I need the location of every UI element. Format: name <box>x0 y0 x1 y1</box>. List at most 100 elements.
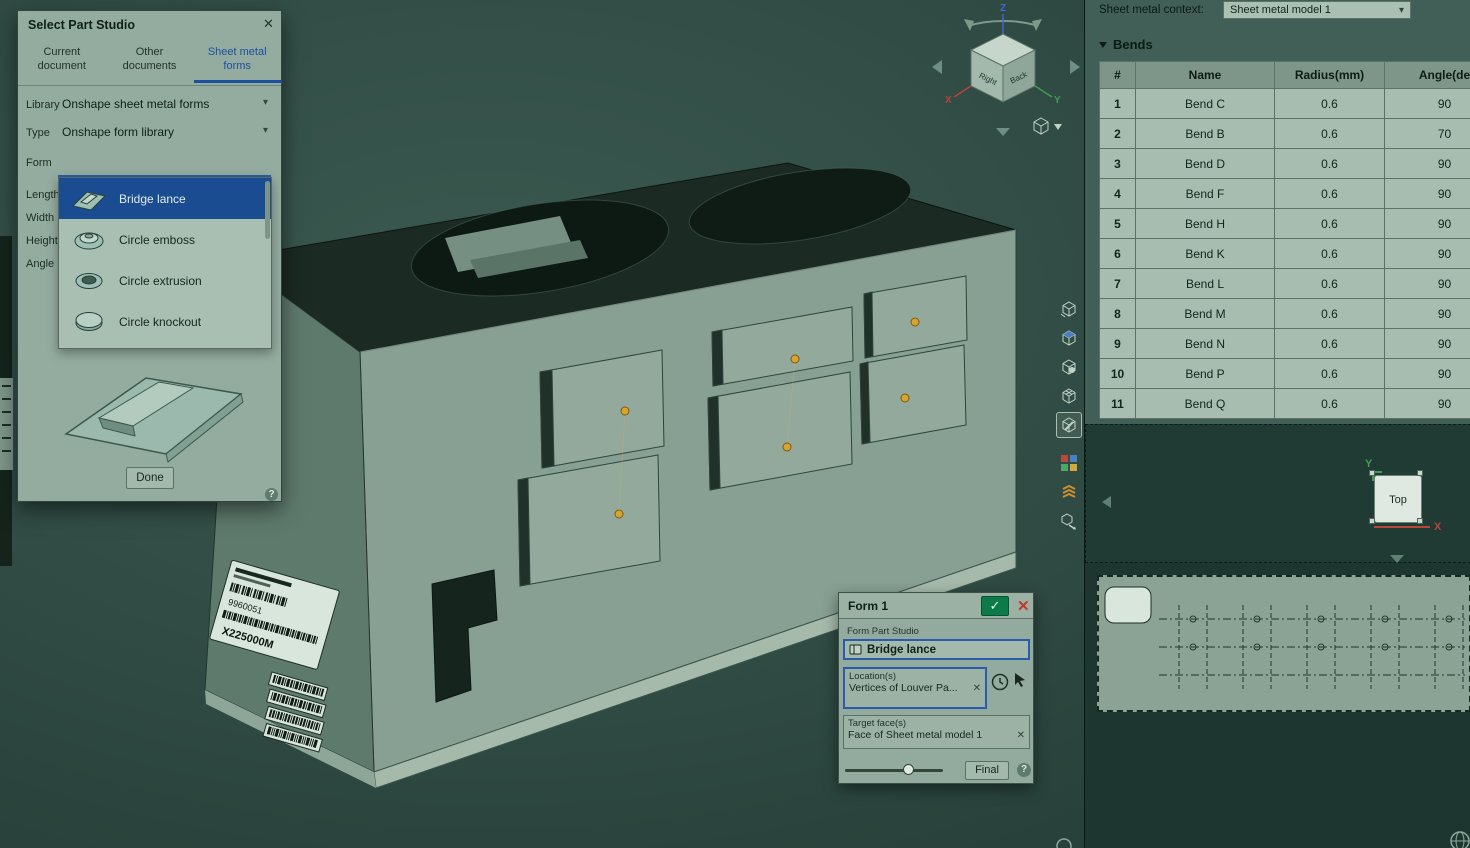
list-item-circle-emboss[interactable]: Circle emboss <box>59 219 271 260</box>
cell[interactable]: Bend D <box>1136 149 1275 179</box>
tab-other-documents[interactable]: Otherdocuments <box>106 37 194 83</box>
colored-squares-icon[interactable] <box>1056 450 1082 476</box>
cell[interactable]: Bend M <box>1136 299 1275 329</box>
cancel-button[interactable]: ✕ <box>1017 597 1030 615</box>
cell[interactable]: 9 <box>1100 329 1136 359</box>
cell[interactable]: Bend Q <box>1136 389 1275 419</box>
cell[interactable]: 70 <box>1385 119 1470 149</box>
list-scrollbar[interactable] <box>265 181 270 239</box>
cell[interactable]: Bend C <box>1136 89 1275 119</box>
cell[interactable]: 7 <box>1100 269 1136 299</box>
list-item-circle-extrusion[interactable]: Circle extrusion <box>59 260 271 301</box>
help-icon[interactable]: ? <box>265 488 278 501</box>
view-cube[interactable]: Right Back Z X Y <box>930 0 1084 150</box>
cell[interactable]: Bend H <box>1136 209 1275 239</box>
cell[interactable]: 90 <box>1385 149 1470 179</box>
cell[interactable]: 0.6 <box>1275 389 1385 419</box>
form-search-input[interactable] <box>58 159 271 177</box>
rotate-view-left-icon[interactable] <box>932 60 942 74</box>
cell[interactable]: 4 <box>1100 179 1136 209</box>
help-icon[interactable]: ? <box>1017 763 1031 777</box>
cube-circle-icon[interactable] <box>1056 354 1082 380</box>
cell[interactable]: 90 <box>1385 179 1470 209</box>
orange-layers-icon[interactable] <box>1056 479 1082 505</box>
list-item-bridge-lance[interactable]: Bridge lance <box>59 178 271 219</box>
rotate-view-down-icon[interactable] <box>996 128 1010 136</box>
list-item-circle-knockout[interactable]: Circle knockout <box>59 301 271 342</box>
cell[interactable]: 90 <box>1385 359 1470 389</box>
list-item-partial[interactable] <box>59 342 271 349</box>
final-button[interactable]: Final <box>965 761 1009 780</box>
cell[interactable]: Bend K <box>1136 239 1275 269</box>
globe-icon[interactable] <box>1449 830 1470 848</box>
cube-pencil-icon[interactable] <box>1056 412 1082 438</box>
flat-pattern-sheet[interactable] <box>1097 575 1470 712</box>
cell[interactable]: 2 <box>1100 119 1136 149</box>
preview-slider-track[interactable] <box>845 769 943 772</box>
cube-arrow-icon[interactable] <box>1056 508 1082 534</box>
cell[interactable]: Bend L <box>1136 269 1275 299</box>
cell[interactable]: 0.6 <box>1275 119 1385 149</box>
cell[interactable]: 90 <box>1385 389 1470 419</box>
preview-slider-handle[interactable] <box>903 764 914 775</box>
cell[interactable]: 3 <box>1100 149 1136 179</box>
cell[interactable]: 90 <box>1385 329 1470 359</box>
cell[interactable]: 90 <box>1385 299 1470 329</box>
cube-grid-icon[interactable] <box>1056 383 1082 409</box>
corner-handle[interactable] <box>1417 518 1423 524</box>
3d-viewport[interactable]: 9960051 X225000M Right <box>0 0 1084 848</box>
cell[interactable]: 90 <box>1385 269 1470 299</box>
cell[interactable]: 90 <box>1385 209 1470 239</box>
bends-section-header[interactable]: Bends <box>1099 37 1153 52</box>
locations-field[interactable]: Location(s) Vertices of Louver Pa... ✕ <box>843 667 987 709</box>
clear-locations-icon[interactable]: ✕ <box>973 683 981 694</box>
close-dialog-icon[interactable]: ✕ <box>263 16 274 32</box>
cell[interactable]: Bend P <box>1136 359 1275 389</box>
form-part-studio-field[interactable]: Bridge lance <box>843 639 1030 660</box>
library-select[interactable]: Onshape sheet metal forms▾ <box>62 97 268 111</box>
cell[interactable]: 0.6 <box>1275 239 1385 269</box>
cell[interactable]: 0.6 <box>1275 149 1385 179</box>
cube-blue-face-icon[interactable] <box>1056 325 1082 351</box>
cell[interactable]: Bend B <box>1136 119 1275 149</box>
cell[interactable]: 1 <box>1100 89 1136 119</box>
accept-button[interactable]: ✓ <box>981 596 1009 616</box>
tab-current-document[interactable]: Currentdocument <box>18 37 106 83</box>
select-cursor-icon[interactable] <box>1012 672 1028 689</box>
status-circle-icon[interactable] <box>1056 838 1072 848</box>
cell[interactable]: 90 <box>1385 89 1470 119</box>
cell[interactable]: Bend F <box>1136 179 1275 209</box>
cell[interactable]: 0.6 <box>1275 269 1385 299</box>
pan-down-arrow-icon[interactable] <box>1390 555 1404 563</box>
tab-sheet-metal-forms[interactable]: Sheet metalforms <box>193 37 281 83</box>
circle-knockout-icon <box>69 307 109 337</box>
view-options-cube-icon[interactable] <box>1034 118 1062 134</box>
type-select[interactable]: Onshape form library▾ <box>62 125 268 139</box>
rotate-view-right-icon[interactable] <box>1070 60 1080 74</box>
corner-handle[interactable] <box>1417 470 1423 476</box>
top-view-indicator[interactable]: Top <box>1374 475 1422 523</box>
cell[interactable]: Bend N <box>1136 329 1275 359</box>
flat-pattern-viewport[interactable]: Y Top X <box>1085 424 1470 563</box>
clear-target-icon[interactable]: ✕ <box>1017 730 1025 741</box>
done-button[interactable]: Done <box>126 467 174 489</box>
cell[interactable]: 0.6 <box>1275 299 1385 329</box>
cell[interactable]: 90 <box>1385 239 1470 269</box>
target-faces-field[interactable]: Target face(s) Face of Sheet metal model… <box>843 715 1030 749</box>
cell[interactable]: 0.6 <box>1275 209 1385 239</box>
history-clock-icon[interactable] <box>991 673 1009 691</box>
cell[interactable]: 0.6 <box>1275 89 1385 119</box>
cell[interactable]: 0.6 <box>1275 179 1385 209</box>
corner-handle[interactable] <box>1369 470 1375 476</box>
cell[interactable]: 10 <box>1100 359 1136 389</box>
cell[interactable]: 0.6 <box>1275 329 1385 359</box>
cell[interactable]: 6 <box>1100 239 1136 269</box>
cell[interactable]: 8 <box>1100 299 1136 329</box>
sheet-metal-context-select[interactable]: Sheet metal model 1 ▾ <box>1223 1 1411 19</box>
cube-arrows-icon[interactable] <box>1056 296 1082 322</box>
pan-left-arrow-icon[interactable] <box>1102 496 1111 508</box>
cell[interactable]: 0.6 <box>1275 359 1385 389</box>
cell[interactable]: 5 <box>1100 209 1136 239</box>
cell[interactable]: 11 <box>1100 389 1136 419</box>
corner-handle[interactable] <box>1369 518 1375 524</box>
